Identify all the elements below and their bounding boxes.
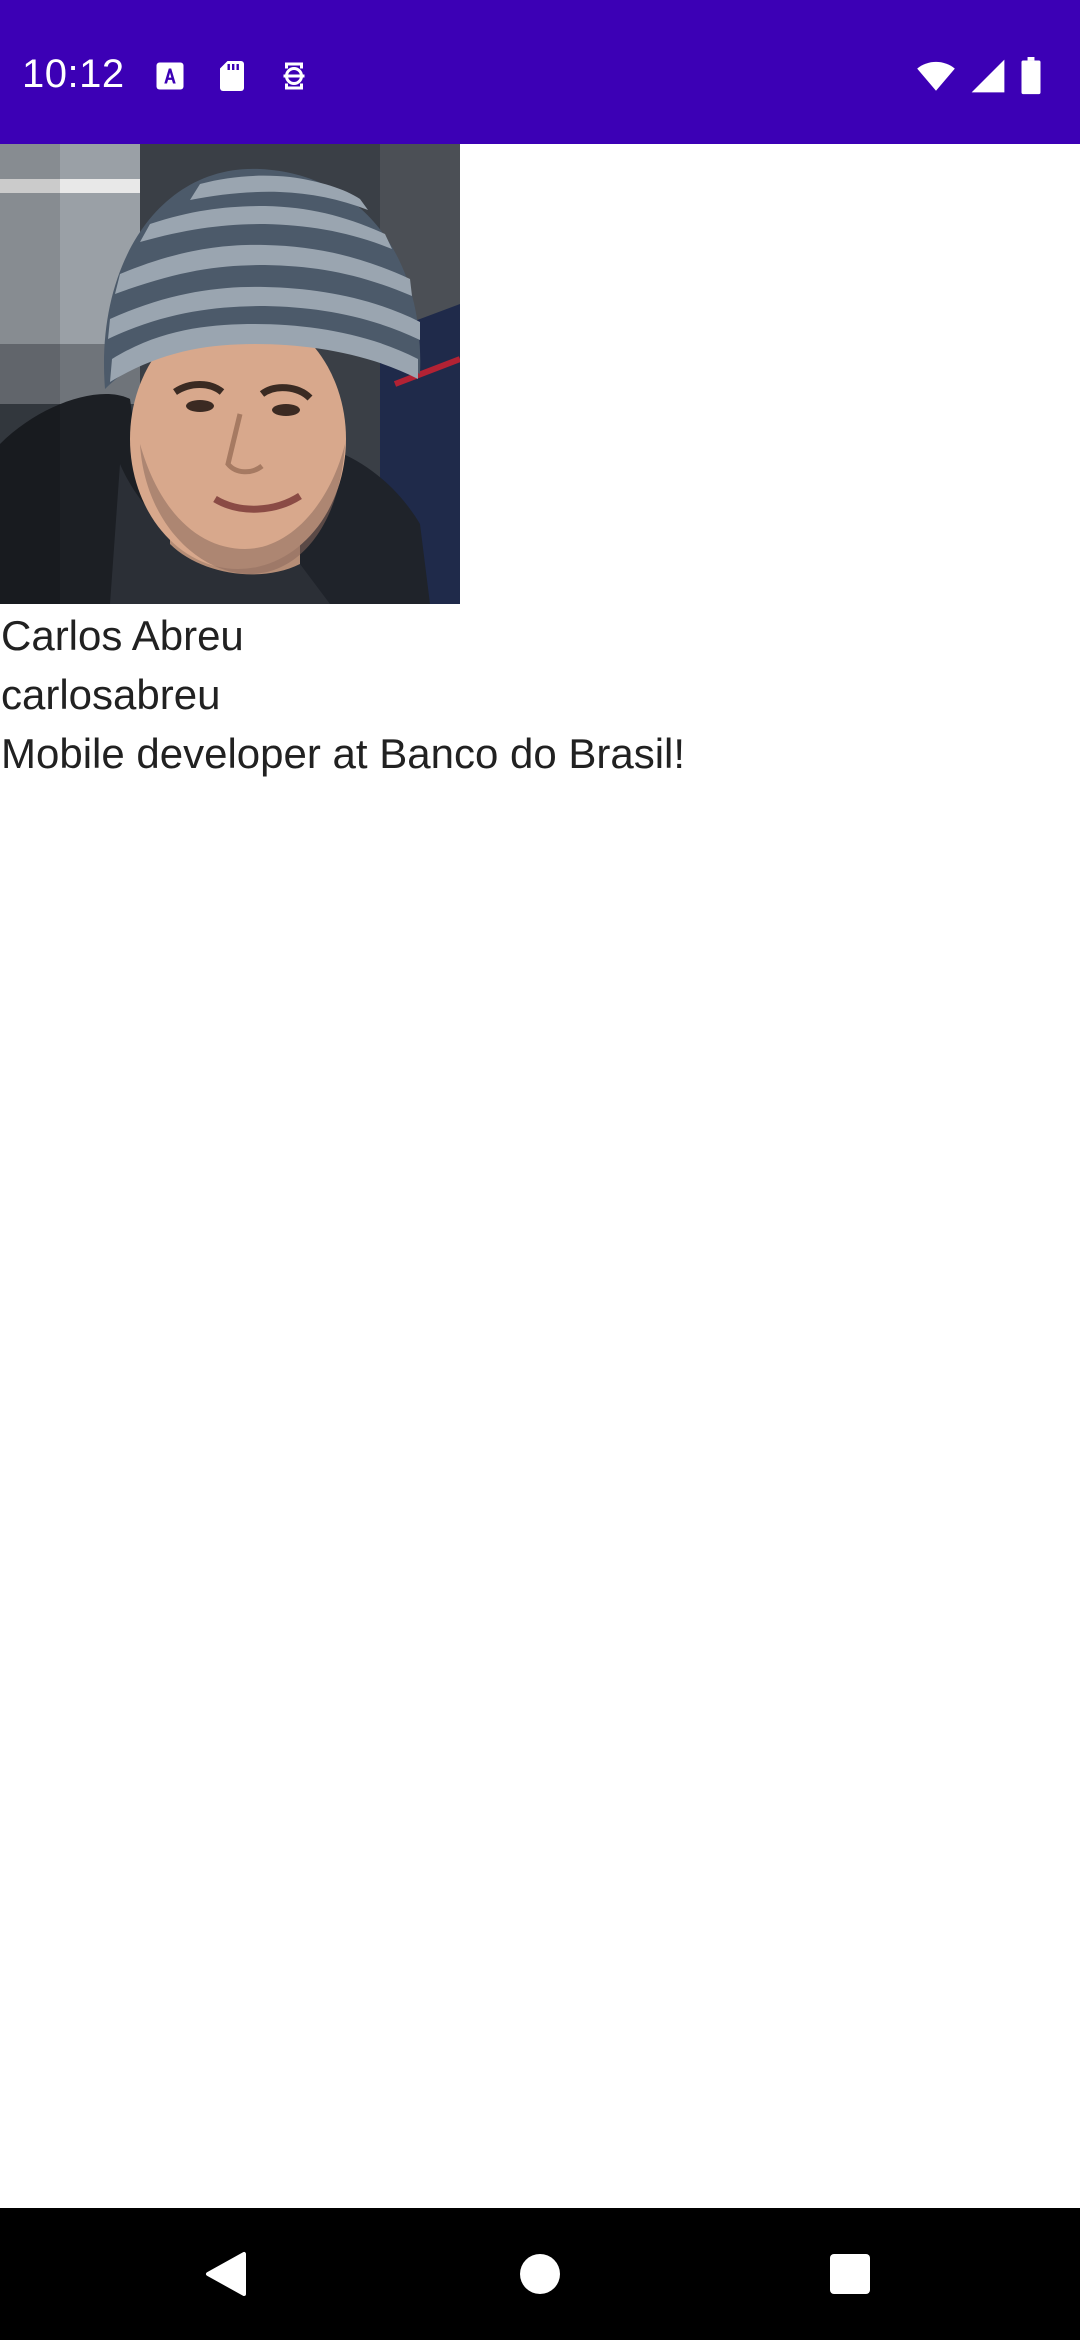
- avatar: [0, 144, 460, 604]
- status-bar: 10:12: [0, 0, 1080, 144]
- signal-icon: [971, 59, 1005, 93]
- navigation-bar: [0, 2208, 1080, 2340]
- user-photo: [0, 144, 460, 604]
- back-icon: [206, 2252, 246, 2296]
- home-button[interactable]: [470, 2208, 610, 2340]
- wifi-icon: [917, 61, 955, 91]
- home-icon: [520, 2254, 560, 2294]
- profile-info: Carlos Abreu carlosabreu Mobile develope…: [0, 606, 1080, 783]
- recents-button[interactable]: [780, 2208, 920, 2340]
- back-button[interactable]: [156, 2208, 296, 2340]
- font-a-icon: [156, 62, 184, 90]
- status-time: 10:12: [22, 52, 125, 96]
- profile-login: carlosabreu: [1, 671, 221, 718]
- battery-icon: [1021, 57, 1041, 95]
- status-notification-icons: [152, 56, 312, 96]
- sd-card-icon: [220, 61, 244, 91]
- profile-name: Carlos Abreu: [1, 612, 244, 659]
- profile-content: Carlos Abreu carlosabreu Mobile develope…: [0, 144, 1080, 783]
- screen: 10:12 Carlos Abreu carlosabreu Mobile de…: [0, 0, 1080, 2340]
- sync-icon: [283, 62, 305, 90]
- profile-bio: Mobile developer at Banco do Brasil!: [1, 730, 686, 777]
- recents-icon: [830, 2254, 870, 2294]
- status-system-icons: [916, 56, 1042, 96]
